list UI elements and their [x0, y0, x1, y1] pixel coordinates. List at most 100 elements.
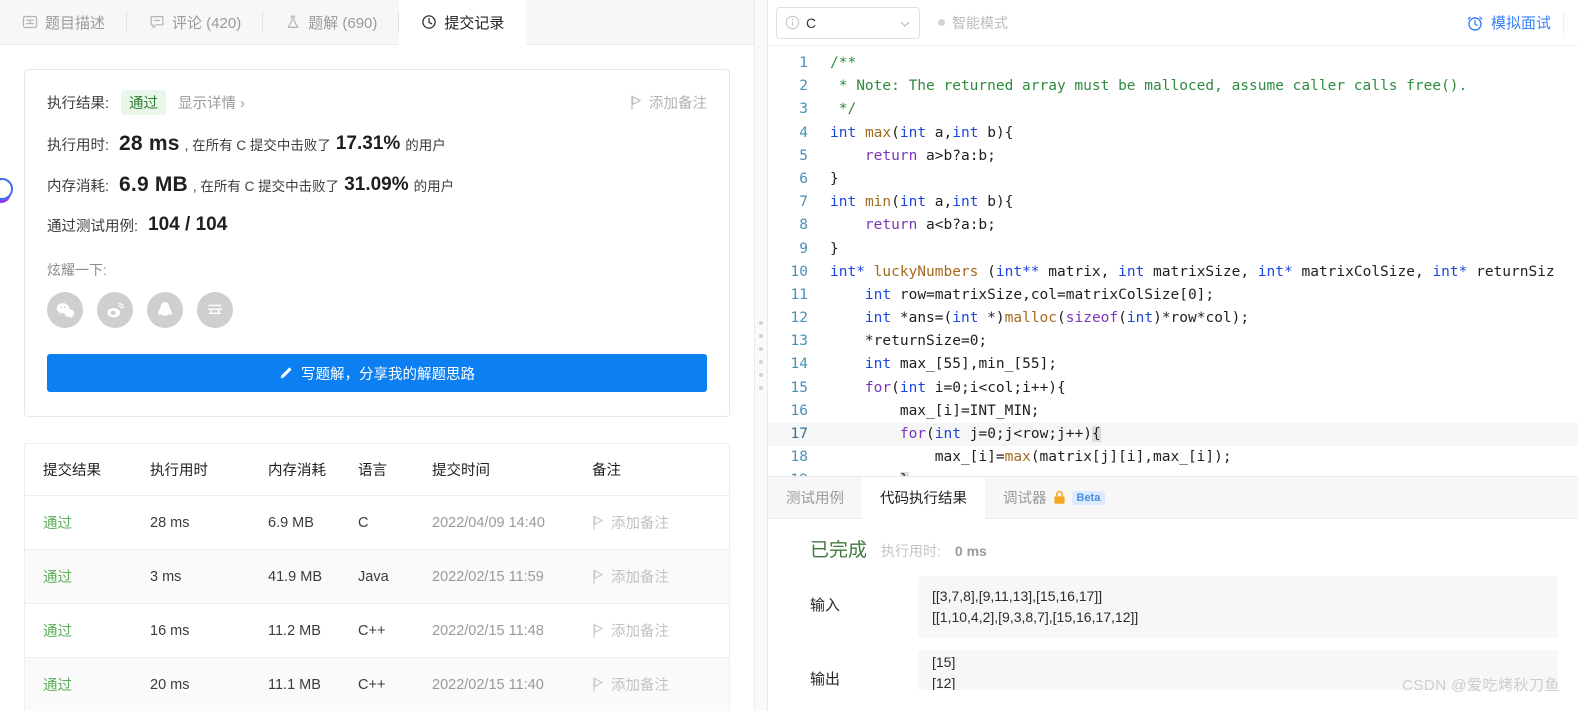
col-header-memory: 内存消耗 — [268, 463, 326, 479]
tab-code-result[interactable]: 代码执行结果 — [862, 477, 985, 519]
console-runtime-value: 0 ms — [954, 543, 987, 559]
row-add-note[interactable]: 添加备注 — [592, 674, 729, 695]
submission-page: 题目描述 评论 (420) 题解 (690) 提交记录 执行结果: 通过 显示详… — [0, 0, 1578, 711]
col-header-time: 提交时间 — [432, 463, 490, 479]
runtime-label: 执行用时: — [47, 137, 110, 154]
code-line: 8 return a<b?a:b; — [768, 214, 1578, 237]
exec-result-label: 执行结果: — [47, 96, 110, 112]
language-select[interactable]: C — [776, 6, 920, 39]
memory-beat-text: , 在所有 C 提交中击败了 — [192, 179, 340, 194]
flag-icon — [592, 677, 605, 692]
row-add-note[interactable]: 添加备注 — [592, 620, 729, 641]
smart-mode-label: 智能模式 — [952, 14, 1008, 31]
row-memory: 11.1 MB — [268, 676, 321, 693]
row-add-note-label: 添加备注 — [611, 624, 669, 640]
add-note-button[interactable]: 添加备注 — [630, 92, 707, 113]
row-language: C++ — [358, 622, 386, 639]
show-detail-link[interactable]: 显示详情 › — [178, 92, 245, 113]
row-add-note[interactable]: 添加备注 — [592, 512, 729, 533]
tab-submissions[interactable]: 提交记录 — [399, 0, 527, 45]
row-language: Java — [358, 568, 389, 585]
output-label: 输出 — [810, 671, 841, 688]
memory-suffix: 的用户 — [413, 179, 455, 194]
line-number: 14 — [790, 356, 808, 373]
pencil-icon — [279, 366, 293, 380]
line-text: for(int j=0;j<row;j++){ — [899, 426, 1101, 442]
alarm-clock-icon — [1466, 14, 1484, 32]
row-status[interactable]: 通过 — [43, 566, 150, 587]
info-icon — [785, 15, 800, 30]
input-line: [[1,10,4,2],[9,3,8,7],[15,16,17,12]] — [932, 609, 1139, 625]
row-runtime: 20 ms — [150, 676, 190, 693]
wechat-share-button[interactable] — [47, 292, 83, 328]
language-value: C — [806, 14, 817, 31]
tab-testcase[interactable]: 测试用例 — [768, 477, 862, 518]
line-text: int max(int a,int b){ — [830, 124, 1014, 141]
line-text: } — [830, 240, 839, 257]
memory-percentile: 31.09% — [344, 174, 409, 195]
col-header-note: 备注 — [592, 463, 621, 479]
run-status-row: 已完成 执行用时: 0 ms — [792, 535, 1558, 562]
table-row[interactable]: 通过 3 ms 41.9 MB Java 2022/02/15 11:59 添加… — [25, 550, 729, 604]
input-box[interactable]: [[3,7,8],[9,11,13],[15,16,17]] [[1,10,4,… — [918, 576, 1558, 638]
line-text: } — [822, 469, 909, 476]
line-text: /** — [830, 55, 857, 71]
runtime-beat-text: , 在所有 C 提交中击败了 — [184, 138, 331, 153]
console-panel: 测试用例 代码执行结果 调试器 Beta 已完成 执行用时: 0 ms 输入 [… — [768, 476, 1578, 711]
weibo-share-button[interactable] — [97, 292, 133, 328]
exec-result-row: 执行结果: 通过 显示详情 › 添加备注 — [47, 90, 707, 115]
table-row[interactable]: 通过 28 ms 6.9 MB C 2022/04/09 14:40 添加备注 — [25, 496, 729, 550]
tab-bar: 题目描述 评论 (420) 题解 (690) 提交记录 — [0, 0, 754, 45]
code-editor[interactable]: 1 /** 2 * Note: The returned array must b… — [768, 46, 1578, 476]
line-text: */ — [830, 101, 857, 118]
write-solution-label: 写题解，分享我的解题思路 — [301, 366, 475, 383]
run-status: 已完成 — [810, 540, 868, 561]
row-language: C++ — [358, 676, 386, 693]
memory-value: 6.9 MB — [119, 173, 188, 196]
testcases-label: 通过测试用例: — [47, 218, 139, 235]
row-add-note[interactable]: 添加备注 — [592, 566, 729, 587]
row-time: 2022/02/15 11:40 — [432, 676, 544, 693]
panel-splitter[interactable] — [754, 0, 768, 711]
chevron-down-icon — [899, 17, 911, 29]
tab-solutions[interactable]: 题解 (690) — [263, 0, 400, 44]
share-label: 炫耀一下: — [47, 262, 107, 278]
line-text: return a<b?a:b; — [864, 217, 996, 234]
line-number: 10 — [790, 263, 808, 280]
row-status[interactable]: 通过 — [43, 620, 150, 641]
line-number: 18 — [790, 449, 808, 466]
tab-comments[interactable]: 评论 (420) — [127, 0, 264, 44]
code-line: 14 int max_[55],min_[55]; — [768, 353, 1578, 376]
runtime-suffix: 的用户 — [405, 138, 446, 153]
runtime-row: 执行用时: 28 ms , 在所有 C 提交中击败了 17.31% 的用户 — [47, 132, 707, 156]
line-number: 3 — [799, 101, 808, 118]
row-status[interactable]: 通过 — [43, 674, 150, 695]
tab-debugger[interactable]: 调试器 Beta — [985, 477, 1123, 518]
table-row[interactable]: 通过 16 ms 11.2 MB C++ 2022/02/15 11:48 添加… — [25, 604, 729, 658]
code-line: 19 } — [768, 469, 1578, 476]
code-line: 3 */ — [768, 98, 1578, 121]
row-language: C — [358, 514, 369, 531]
qq-share-button[interactable] — [147, 292, 183, 328]
row-add-note-label: 添加备注 — [611, 516, 669, 532]
share-row — [47, 292, 707, 328]
code-line: 12 int *ans=(int *)malloc(sizeof(int)*ro… — [768, 307, 1578, 330]
flag-icon — [592, 569, 605, 584]
output-line: [15] — [932, 654, 956, 670]
mock-interview-label: 模拟面试 — [1490, 15, 1551, 32]
line-text: int* luckyNumbers (int** matrix, int mat… — [830, 263, 1555, 280]
mock-interview-button[interactable]: 模拟面试 — [1466, 11, 1564, 34]
line-number: 17 — [790, 426, 808, 442]
code-line: 2 * Note: The returned array must be mal… — [768, 75, 1578, 98]
table-row[interactable]: 通过 20 ms 11.1 MB C++ 2022/02/15 11:40 添加… — [25, 658, 729, 711]
smart-mode-toggle[interactable]: 智能模式 — [938, 13, 1008, 33]
comment-icon — [149, 14, 165, 30]
line-number: 9 — [799, 240, 808, 257]
beta-badge: Beta — [1071, 490, 1106, 505]
row-status[interactable]: 通过 — [43, 512, 150, 533]
tab-description[interactable]: 题目描述 — [0, 0, 128, 44]
qzone-share-button[interactable] — [197, 292, 233, 328]
row-memory: 11.2 MB — [268, 622, 321, 639]
result-card: 执行结果: 通过 显示详情 › 添加备注 执行用时: 28 ms , 在所有 C… — [24, 69, 730, 417]
write-solution-button[interactable]: 写题解，分享我的解题思路 — [47, 354, 707, 392]
